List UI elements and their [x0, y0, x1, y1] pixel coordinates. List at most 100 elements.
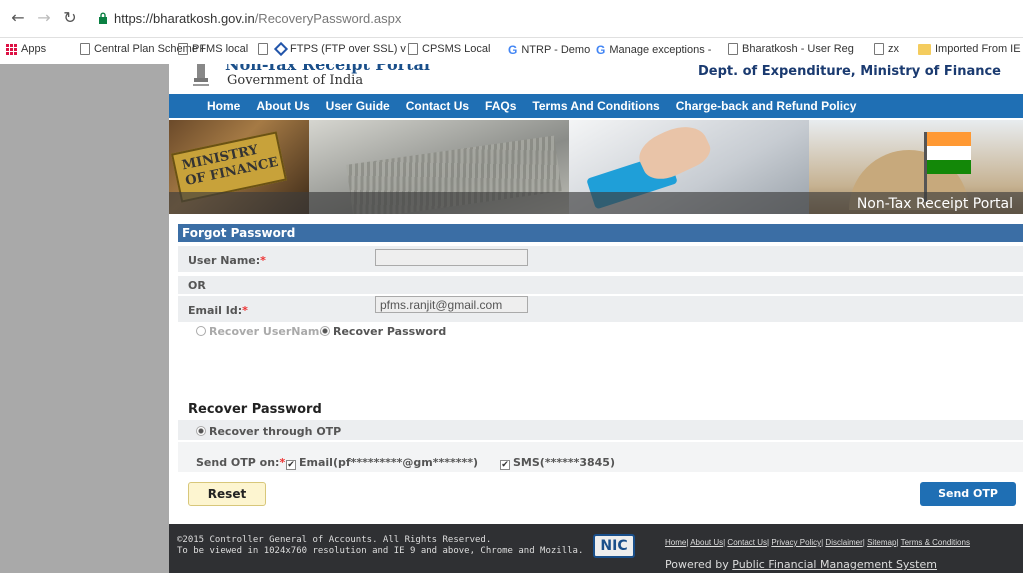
- address-row: ← → ↻ https://bharatkosh.gov.in/Recovery…: [0, 0, 1023, 38]
- email-label-text: Email Id:: [188, 304, 243, 317]
- footer-link-about-us[interactable]: About Us: [690, 538, 723, 547]
- footer-link-sitemap[interactable]: Sitemap: [867, 538, 896, 547]
- bookmark-item[interactable]: [258, 43, 272, 55]
- bookmark-item[interactable]: G NTRP - Demo: [508, 43, 590, 57]
- url-path: /RecoveryPassword.aspx: [254, 11, 402, 26]
- nic-logo: NIC: [593, 534, 635, 558]
- or-row: [178, 276, 1023, 294]
- otp-email-option[interactable]: ✔ Email(pf*********@gm*******): [286, 456, 478, 470]
- google-icon: G: [508, 43, 518, 57]
- page-icon: [80, 43, 90, 55]
- diamond-icon: [273, 41, 289, 57]
- footer-links: Home| About Us| Contact Us| Privacy Poli…: [665, 538, 970, 547]
- footer-link-disclaimer[interactable]: Disclaimer: [825, 538, 862, 547]
- page-icon: [178, 43, 188, 55]
- username-label-text: User Name:: [188, 254, 261, 267]
- lock-icon: [99, 12, 107, 24]
- send-otp-button[interactable]: Send OTP: [920, 482, 1016, 506]
- recover-otp-label: Recover through OTP: [209, 425, 342, 438]
- otp-email-checkbox[interactable]: ✔: [286, 460, 296, 470]
- copyright-text: ©2015 Controller General of Accounts. Al…: [177, 535, 492, 545]
- bookmark-item[interactable]: FTPS (FTP over SSL) v: [273, 41, 406, 57]
- forward-icon[interactable]: →: [34, 8, 54, 28]
- banner-title: Non-Tax Receipt Portal: [856, 196, 1013, 212]
- reload-icon[interactable]: ↻: [60, 8, 80, 28]
- site-header: Non-Tax Receipt Portal Government of Ind…: [169, 64, 1023, 94]
- recover-username-option[interactable]: Recover UserName: [196, 325, 327, 338]
- bookmarks-bar: Apps Central Plan Scheme I PFMS local FTPS …: [0, 40, 1023, 62]
- bookmark-item[interactable]: PFMS local: [178, 43, 248, 55]
- url-host: https://bharatkosh.gov.in: [114, 11, 255, 26]
- banner: MINISTRY OF FINANCE Non-Tax Receipt Port…: [169, 120, 1023, 214]
- site-footer: ©2015 Controller General of Accounts. Al…: [169, 524, 1023, 573]
- folder-icon: [918, 43, 931, 55]
- bookmark-label: Manage exceptions -: [609, 44, 712, 56]
- bookmark-item[interactable]: CPSMS Local: [408, 43, 490, 55]
- menu-item-terms-and-conditions[interactable]: Terms And Conditions: [532, 99, 659, 113]
- powered-link[interactable]: Public Financial Management System: [732, 558, 937, 571]
- page-icon: [728, 43, 738, 55]
- left-gutter: [0, 64, 169, 573]
- bookmark-item[interactable]: Bharatkosh - User Reg: [728, 43, 854, 55]
- department-label: Dept. of Expenditure, Ministry of Financ…: [698, 64, 1001, 79]
- footer-link-contact-us[interactable]: Contact Us: [727, 538, 767, 547]
- or-label: OR: [188, 279, 206, 292]
- page-icon: [874, 43, 884, 55]
- address-bar[interactable]: https://bharatkosh.gov.in/RecoveryPasswo…: [88, 6, 1018, 32]
- recover-password-label: Recover Password: [333, 325, 447, 338]
- recover-username-radio[interactable]: [196, 326, 206, 336]
- required-mark: *: [260, 254, 266, 267]
- email-label: Email Id:*: [188, 304, 248, 317]
- google-icon: G: [596, 43, 606, 57]
- bookmark-item[interactable]: Apps: [6, 43, 46, 55]
- send-otp-label-text: Send OTP on:: [196, 456, 280, 469]
- menu-item-user-guide[interactable]: User Guide: [326, 99, 390, 113]
- bookmark-label: NTRP - Demo: [521, 44, 591, 56]
- panel-title: Forgot Password: [178, 224, 1023, 242]
- footer-link-terms-conditions[interactable]: Terms & Conditions: [901, 538, 970, 547]
- footer-link-privacy-policy[interactable]: Privacy Policy: [771, 538, 821, 547]
- bookmark-label: zx: [888, 43, 899, 55]
- resolution-note: To be viewed in 1024x760 resolution and …: [177, 546, 584, 556]
- bookmark-item[interactable]: Imported From IE: [918, 43, 1021, 55]
- required-mark: *: [279, 456, 286, 469]
- footer-link-home[interactable]: Home: [665, 538, 686, 547]
- page-icon: [408, 43, 418, 55]
- username-input[interactable]: [375, 249, 528, 266]
- footer-copyright: ©2015 Controller General of Accounts. Al…: [177, 535, 583, 557]
- recover-otp-radio[interactable]: [196, 426, 206, 436]
- government-label: Government of India: [227, 73, 364, 88]
- menu-item-contact-us[interactable]: Contact Us: [406, 99, 469, 113]
- page-icon: [258, 43, 268, 55]
- powered-by: Powered by Public Financial Management S…: [665, 558, 937, 571]
- menu-item-faqs[interactable]: FAQs: [485, 99, 516, 113]
- otp-sms-option[interactable]: ✔ SMS(******3845): [500, 456, 615, 470]
- otp-email-label: Email(pf*********@gm*******): [299, 456, 479, 469]
- menu-item-home[interactable]: Home: [207, 99, 240, 113]
- menu-item-about-us[interactable]: About Us: [256, 99, 309, 113]
- bookmark-label: PFMS local: [192, 43, 249, 55]
- email-input[interactable]: [375, 296, 528, 313]
- bookmark-label: Bharatkosh - User Reg: [742, 43, 854, 55]
- username-label: User Name:*: [188, 254, 266, 267]
- bookmark-label: Imported From IE: [935, 43, 1021, 55]
- otp-sms-label: SMS(******3845): [513, 456, 615, 469]
- recover-password-option[interactable]: Recover Password: [320, 325, 446, 338]
- emblem-icon: [193, 64, 209, 86]
- bookmark-label: CPSMS Local: [422, 43, 491, 55]
- page: Non-Tax Receipt Portal Government of Ind…: [0, 64, 1023, 573]
- bookmark-item[interactable]: zx: [874, 43, 899, 55]
- bookmark-item[interactable]: G Manage exceptions -: [596, 43, 711, 57]
- recover-password-radio[interactable]: [320, 326, 330, 336]
- browser-chrome: ← → ↻ https://bharatkosh.gov.in/Recovery…: [0, 0, 1023, 64]
- otp-sms-checkbox[interactable]: ✔: [500, 460, 510, 470]
- reset-button[interactable]: Reset: [188, 482, 266, 506]
- apps-grid-icon: [6, 43, 17, 55]
- menu-item-charge-back-and-refund-policy[interactable]: Charge-back and Refund Policy: [676, 99, 857, 113]
- back-icon[interactable]: ←: [8, 8, 28, 28]
- main-menu: Home About Us User Guide Contact Us FAQs Term…: [169, 94, 1023, 118]
- url-text: https://bharatkosh.gov.in/RecoveryPasswo…: [114, 11, 401, 26]
- username-row: [178, 246, 1023, 272]
- recover-otp-option[interactable]: Recover through OTP: [196, 425, 341, 438]
- recover-username-label: Recover UserName: [209, 325, 327, 338]
